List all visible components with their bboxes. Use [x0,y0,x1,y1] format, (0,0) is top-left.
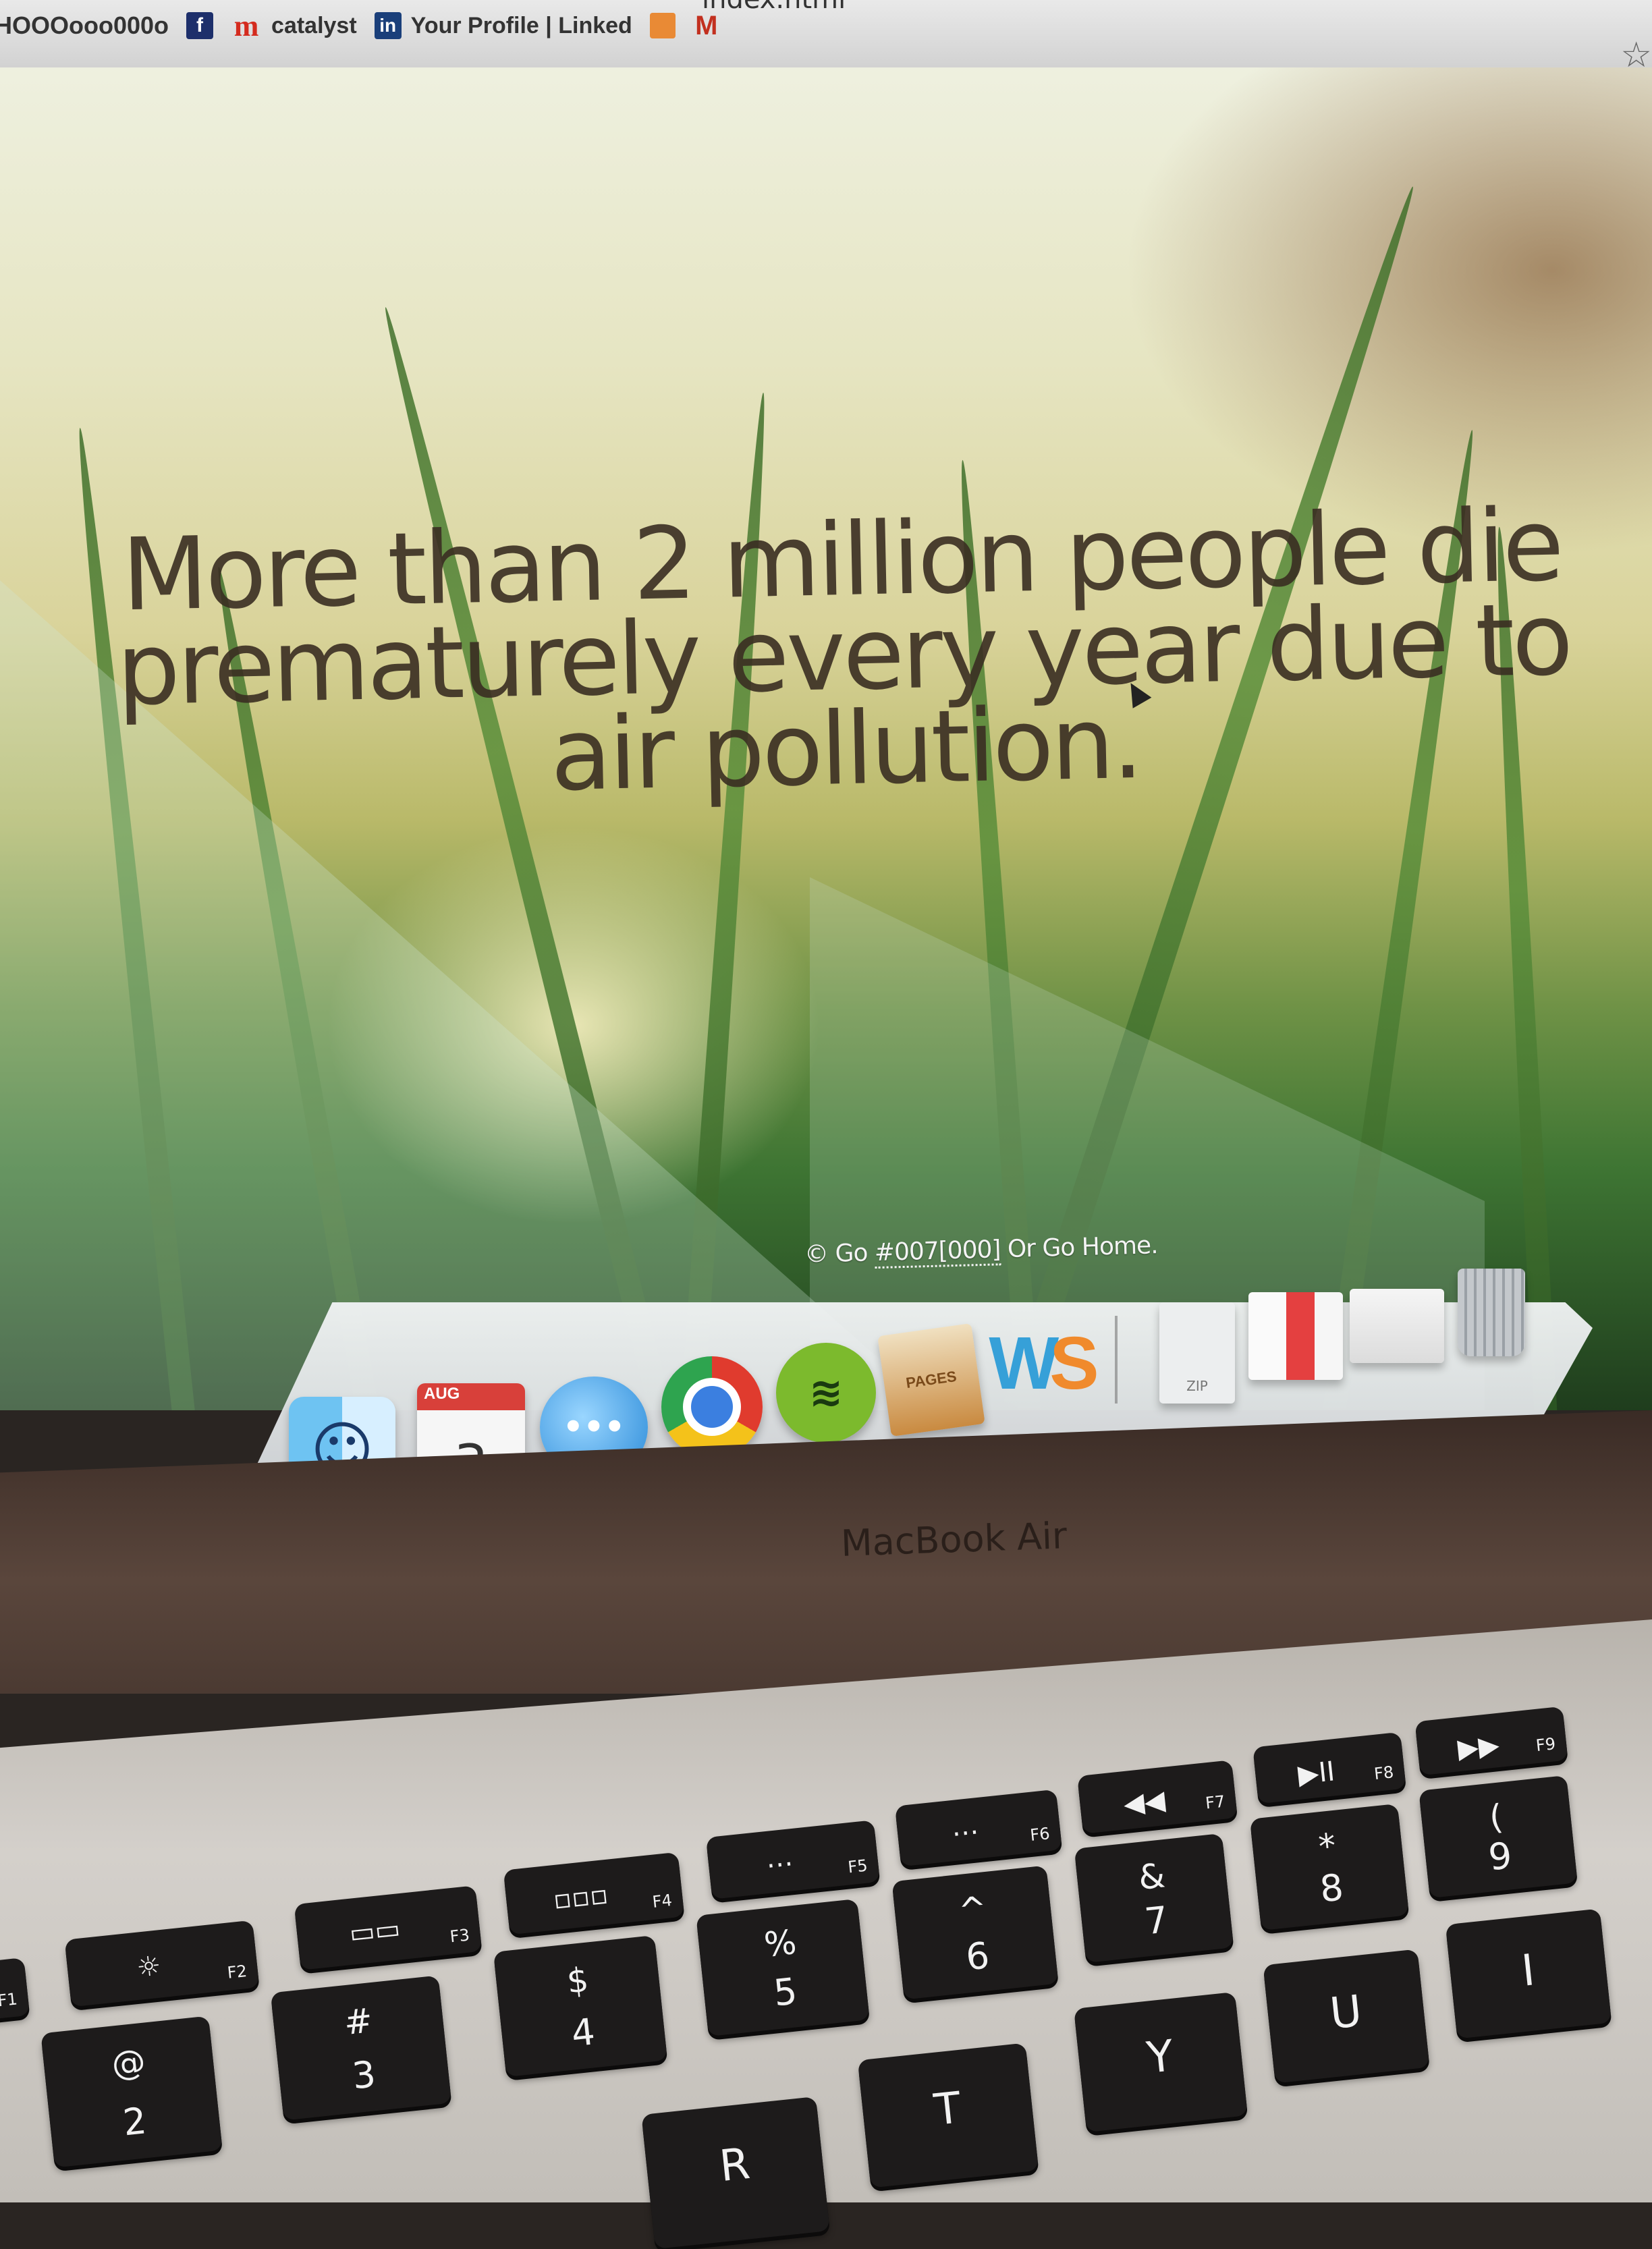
spotify-waves-icon: ≋ [808,1369,844,1416]
key-7[interactable]: & 7 [1074,1833,1234,1964]
calendar-month: AUG [424,1385,460,1403]
key-label: 5 [771,1970,800,2015]
zip-archive-icon[interactable]: ZIP [1159,1302,1235,1404]
key-label: U [1327,1986,1365,2040]
address-bar[interactable]: index.html [702,0,846,15]
trash-icon[interactable] [1458,1269,1525,1356]
key-label: F6 [1029,1824,1051,1845]
key-label: $ [565,1960,590,2001]
key-label: F3 [449,1925,471,1947]
pages-icon[interactable]: PAGES [877,1323,985,1437]
key-i[interactable]: I [1445,1908,1612,2039]
zip-label: ZIP [1186,1378,1208,1394]
browser-toolbar: index.html HOOOooo000o f m catalyst in Y… [0,0,1652,76]
kbd-light-down-icon: ⋯ [765,1847,795,1881]
brightness-down-icon: ☼ [135,1950,163,1984]
key-label: @ [109,2041,148,2084]
key-t[interactable]: T [857,2043,1039,2188]
bookmark-catalyst[interactable]: m catalyst [231,9,357,43]
bookmark-gmail[interactable]: M [693,10,720,40]
bookmarks-bar: HOOOooo000o f m catalyst in Your Profile… [0,5,720,46]
key-label: ^ [956,1888,989,1931]
bookmark-rss[interactable] [649,13,676,38]
rewind-icon: ◀◀ [1122,1784,1167,1820]
mission-control-icon: ▭▭ [348,1913,402,1950]
bookmark-label: catalyst [271,12,357,38]
key-y[interactable]: Y [1074,1991,1248,2133]
key-2[interactable]: @2 [40,2016,223,2168]
key-label: F4 [651,1891,673,1912]
downloads-stack-icon[interactable] [1248,1292,1343,1380]
key-label: % [762,1922,798,1965]
key-label: 2 [121,2099,149,2144]
key-6[interactable]: ^ 6 [891,1865,1059,2000]
key-label: F5 [847,1856,869,1877]
key-u[interactable]: U [1263,1949,1430,2084]
bookmark-facebook[interactable]: f [186,12,214,39]
key-8[interactable]: * 8 [1249,1803,1410,1931]
key-4[interactable]: $4 [493,1935,668,2078]
webstorm-logo-icon: WS [989,1321,1099,1405]
chrome-icon[interactable] [661,1356,763,1457]
key-label: F2 [226,1961,248,1982]
spotify-icon[interactable]: ≋ [776,1343,876,1443]
fast-forward-icon: ▶▶ [1456,1729,1501,1765]
key-label: F9 [1535,1734,1557,1756]
headline: More than 2 million people die premature… [115,487,1572,814]
kbd-light-up-icon: ⋯ [950,1816,981,1850]
key-r[interactable]: R [641,2096,830,2249]
key-label: 6 [964,1934,992,1979]
gmail-icon: M [695,10,718,40]
facebook-icon: f [186,12,214,39]
key-label: F7 [1204,1792,1226,1813]
footer-prefix: © Go [804,1239,875,1269]
web-page: More than 2 million people die premature… [0,67,1652,1410]
key-3[interactable]: #3 [270,1975,452,2121]
key-label: I [1519,1945,1537,1997]
key-label: Y [1144,2031,1176,2084]
play-pause-icon: ▶II [1296,1756,1337,1791]
bookmark-linkedin[interactable]: in Your Profile | Linked [374,12,632,39]
key-label: 3 [350,2053,378,2098]
chrome-core-icon [683,1378,741,1436]
key-label: T [931,2083,964,2136]
key-label: F8 [1373,1762,1395,1784]
key-5[interactable]: % 5 [696,1898,870,2037]
key-label: # [342,2000,375,2043]
linkedin-icon: in [374,12,402,39]
messages-dots-icon: ••• [562,1408,626,1446]
laptop-brand: MacBook Air [840,1514,1068,1565]
rss-icon [649,13,676,38]
launchpad-icon: ▫▫▫ [551,1879,610,1916]
pages-label: PAGES [904,1367,958,1392]
footer-suffix: Or Go Home. [999,1231,1159,1264]
dock-separator [1115,1316,1118,1404]
key-label: F1 [0,1989,19,2011]
key-label: 4 [569,2009,597,2055]
key-label: R [717,2138,752,2192]
catalyst-icon: m [233,9,259,43]
footer-link[interactable]: #007[000] [874,1235,1001,1269]
documents-stack-icon[interactable] [1350,1289,1444,1363]
bookmark-hooo[interactable]: HOOOooo000o [0,11,169,40]
bookmark-label: Your Profile | Linked [410,12,632,38]
key-9[interactable]: (9 [1419,1775,1578,1899]
webstorm-icon[interactable]: WS [985,1316,1099,1410]
